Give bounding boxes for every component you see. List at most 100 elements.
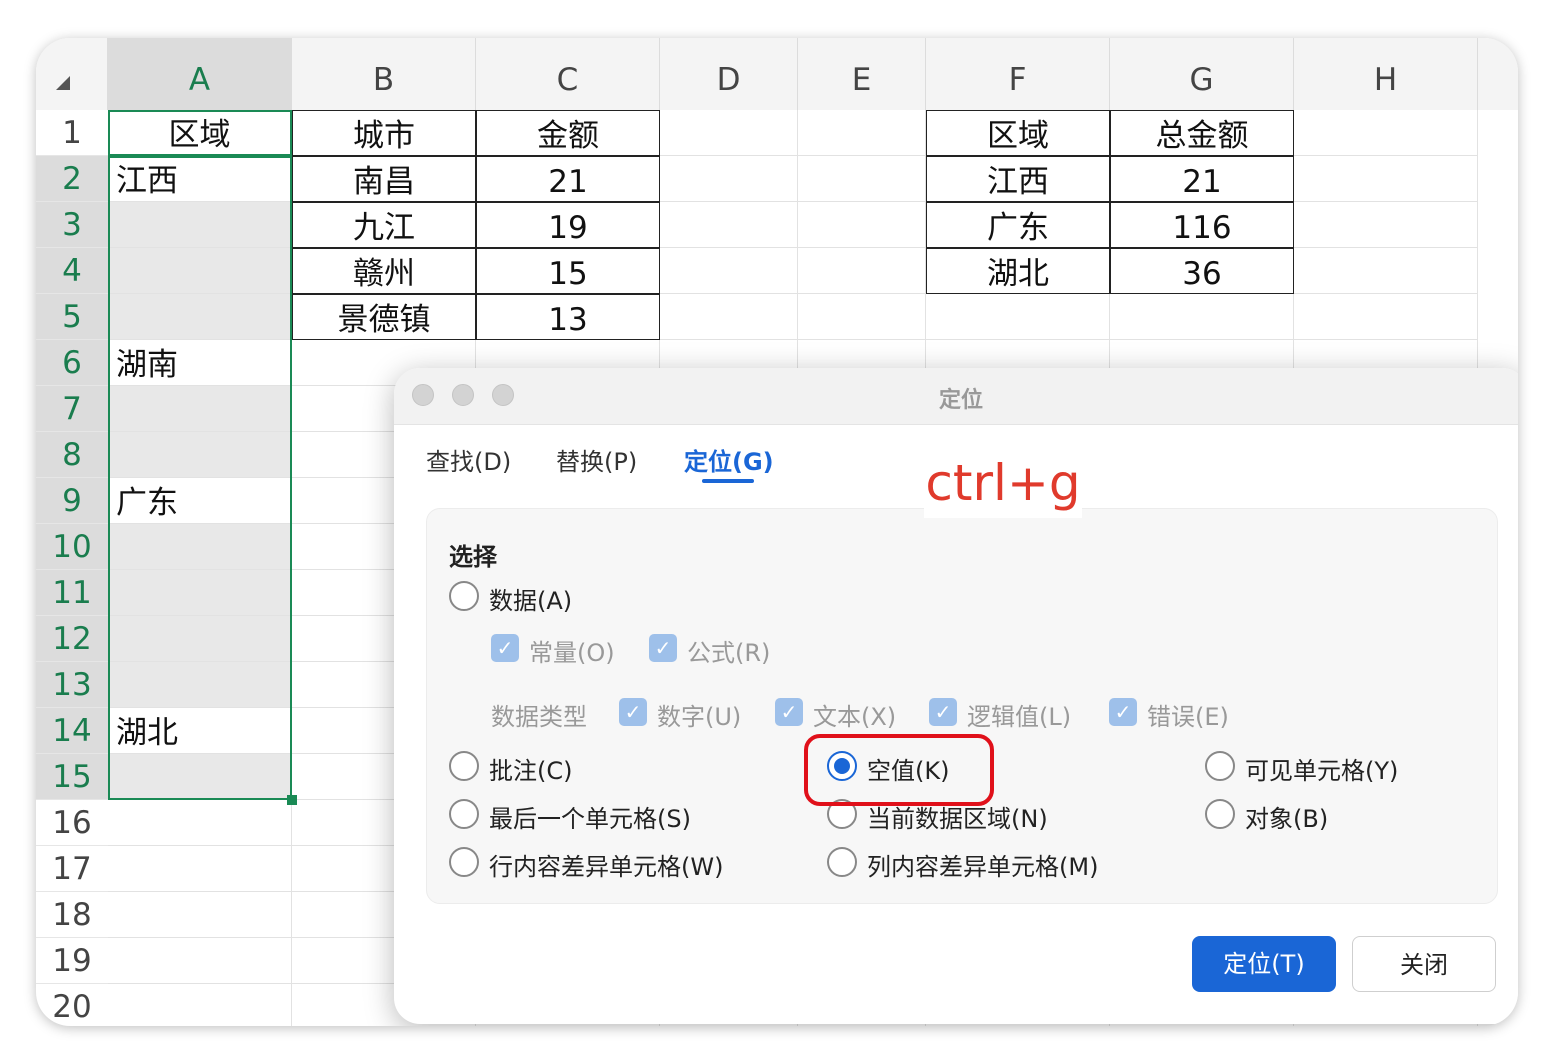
cell-c5[interactable]: 13 [476,294,660,340]
row-header-12[interactable]: 12 [36,616,108,662]
cell-a2[interactable]: 江西 [108,156,292,202]
cell-b5[interactable]: 景德镇 [292,294,476,340]
summary-cell[interactable]: 21 [1110,156,1294,202]
column-header-h[interactable]: H [1294,38,1478,110]
grid-cell[interactable] [660,248,798,294]
summary-header-0[interactable]: 区域 [926,110,1110,156]
grid-cell[interactable] [1294,248,1478,294]
cell-a10[interactable] [108,524,292,570]
cell-a1[interactable]: 区域 [108,110,292,156]
cell-a15[interactable] [108,754,292,800]
grid-cell[interactable] [660,202,798,248]
cell-b3[interactable]: 九江 [292,202,476,248]
grid-cell[interactable] [108,984,292,1026]
grid-cell[interactable] [108,938,292,984]
row-header-18[interactable]: 18 [36,892,108,938]
row-header-3[interactable]: 3 [36,202,108,248]
row-header-1[interactable]: 1 [36,110,108,156]
row-header-2[interactable]: 2 [36,156,108,202]
checkbox-constant[interactable]: ✓ [491,634,519,662]
checkbox-logical[interactable]: ✓ [929,698,957,726]
checkbox-text[interactable]: ✓ [775,698,803,726]
tab-goto[interactable]: 定位(G) [684,442,774,477]
row-header-10[interactable]: 10 [36,524,108,570]
cell-a4[interactable] [108,248,292,294]
grid-cell[interactable] [798,294,926,340]
row-header-13[interactable]: 13 [36,662,108,708]
close-button[interactable]: 关闭 [1352,936,1496,992]
cell-c3[interactable]: 19 [476,202,660,248]
row-header-17[interactable]: 17 [36,846,108,892]
column-header-g[interactable]: G [1110,38,1294,110]
cell-c4[interactable]: 15 [476,248,660,294]
grid-cell[interactable] [1294,202,1478,248]
tab-find[interactable]: 查找(D) [426,442,511,477]
column-header-b[interactable]: B [292,38,476,110]
grid-cell[interactable] [798,156,926,202]
row-header-11[interactable]: 11 [36,570,108,616]
summary-cell[interactable]: 广东 [926,202,1110,248]
grid-cell[interactable] [1294,110,1478,156]
column-header-e[interactable]: E [798,38,926,110]
grid-cell[interactable] [660,110,798,156]
radio-row-diff[interactable] [449,847,479,877]
checkbox-formula[interactable]: ✓ [649,634,677,662]
column-header-c[interactable]: C [476,38,660,110]
row-header-20[interactable]: 20 [36,984,108,1026]
cell-a11[interactable] [108,570,292,616]
row-header-8[interactable]: 8 [36,432,108,478]
grid-cell[interactable] [1294,294,1478,340]
cell-a9[interactable]: 广东 [108,478,292,524]
column-header-a[interactable]: A [108,38,292,110]
cell-a13[interactable] [108,662,292,708]
grid-cell[interactable] [108,800,292,846]
grid-cell[interactable] [108,892,292,938]
grid-cell[interactable] [660,156,798,202]
fill-handle[interactable] [287,795,297,805]
summary-cell[interactable]: 湖北 [926,248,1110,294]
summary-cell[interactable]: 江西 [926,156,1110,202]
summary-cell[interactable]: 36 [1110,248,1294,294]
cell-b1[interactable]: 城市 [292,110,476,156]
grid-cell[interactable] [108,846,292,892]
cell-c2[interactable]: 21 [476,156,660,202]
radio-comment[interactable] [449,751,479,781]
tab-replace[interactable]: 替换(P) [556,442,637,477]
grid-cell[interactable] [798,110,926,156]
radio-last-cell[interactable] [449,799,479,829]
select-all-corner[interactable] [36,38,108,110]
radio-object[interactable] [1205,799,1235,829]
grid-cell[interactable] [1294,156,1478,202]
cell-b4[interactable]: 赣州 [292,248,476,294]
radio-visible-cells[interactable] [1205,751,1235,781]
checkbox-error[interactable]: ✓ [1109,698,1137,726]
row-header-5[interactable]: 5 [36,294,108,340]
cell-a5[interactable] [108,294,292,340]
cell-a8[interactable] [108,432,292,478]
cell-b2[interactable]: 南昌 [292,156,476,202]
cell-a7[interactable] [108,386,292,432]
cell-a6[interactable]: 湖南 [108,340,292,386]
row-header-6[interactable]: 6 [36,340,108,386]
grid-cell[interactable] [926,294,1110,340]
row-header-19[interactable]: 19 [36,938,108,984]
cell-a12[interactable] [108,616,292,662]
grid-cell[interactable] [798,248,926,294]
radio-col-diff[interactable] [827,847,857,877]
row-header-4[interactable]: 4 [36,248,108,294]
column-header-f[interactable]: F [926,38,1110,110]
row-header-7[interactable]: 7 [36,386,108,432]
row-header-14[interactable]: 14 [36,708,108,754]
summary-cell[interactable]: 116 [1110,202,1294,248]
column-header-d[interactable]: D [660,38,798,110]
grid-cell[interactable] [660,294,798,340]
grid-cell[interactable] [798,202,926,248]
cell-a14[interactable]: 湖北 [108,708,292,754]
row-header-9[interactable]: 9 [36,478,108,524]
checkbox-number[interactable]: ✓ [619,698,647,726]
row-header-16[interactable]: 16 [36,800,108,846]
row-header-15[interactable]: 15 [36,754,108,800]
grid-cell[interactable] [1110,294,1294,340]
cell-c1[interactable]: 金额 [476,110,660,156]
summary-header-1[interactable]: 总金额 [1110,110,1294,156]
